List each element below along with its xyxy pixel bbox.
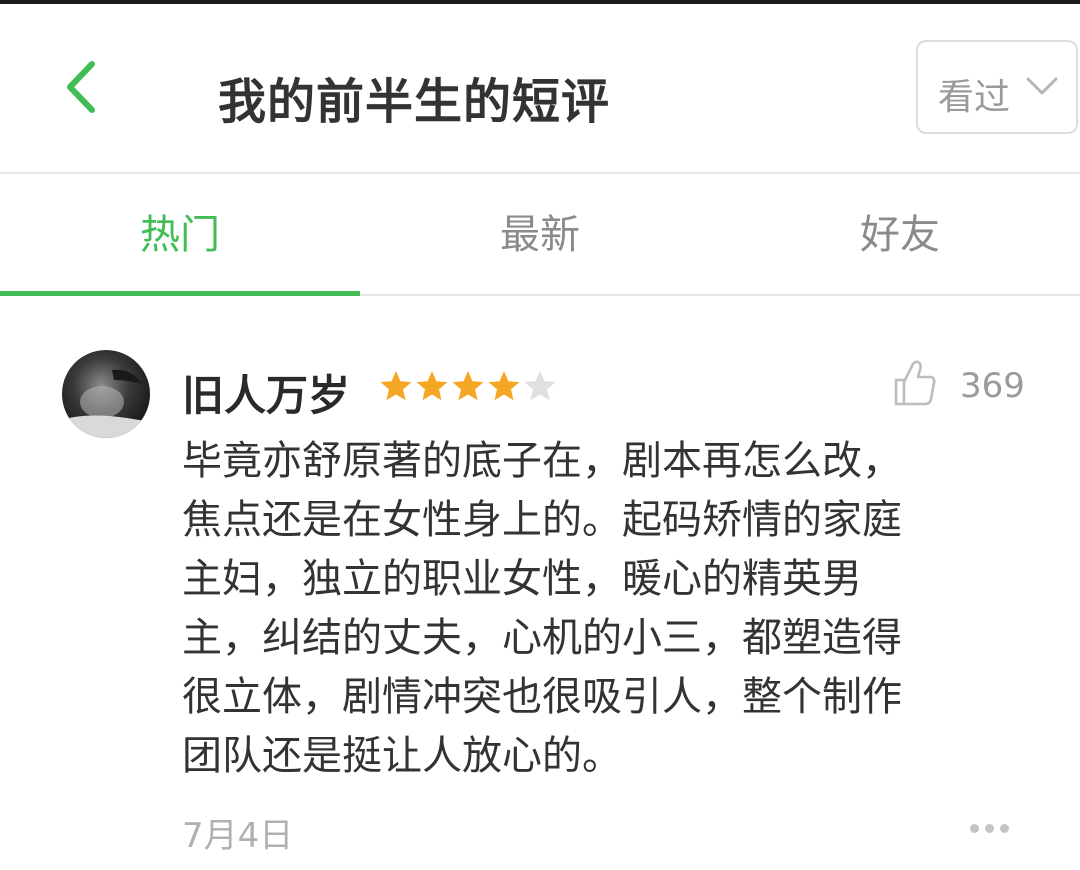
avatar[interactable] <box>62 350 150 438</box>
review-text-line: 团队还是挺让人放心的。 <box>182 733 622 779</box>
review-text-line: 主妇，独立的职业女性，暖心的精英男 <box>182 556 862 602</box>
review-text-line: 毕竟亦舒原著的底子在，剧本再怎么改， <box>182 438 902 484</box>
star-empty-icon <box>524 371 556 401</box>
header: 我的前半生的短评 看过 <box>0 4 1080 174</box>
chevron-down-icon <box>1026 77 1058 95</box>
more-options-button[interactable] <box>968 814 1012 844</box>
filter-label: 看过 <box>938 77 1011 118</box>
active-tab-indicator <box>0 291 360 296</box>
tab-hot[interactable]: 热门 <box>0 176 360 294</box>
watched-filter-dropdown[interactable]: 看过 <box>916 40 1078 134</box>
back-button[interactable] <box>52 52 112 122</box>
chevron-left-icon <box>67 61 95 113</box>
tab-latest[interactable]: 最新 <box>360 176 720 294</box>
tab-bar: 热门 最新 好友 <box>0 176 1080 296</box>
like-count: 369 <box>960 366 1025 406</box>
username[interactable]: 旧人万岁 <box>182 362 350 423</box>
rating-stars <box>378 368 558 406</box>
star-filled-icon <box>452 371 484 401</box>
review-date: 7月4日 <box>182 816 294 856</box>
review-text-line: 焦点还是在女性身上的。起码矫情的家庭 <box>182 497 902 543</box>
star-filled-icon <box>488 371 520 401</box>
page-title: 我的前半生的短评 <box>218 74 611 130</box>
tab-friends[interactable]: 好友 <box>720 176 1080 294</box>
review-text-line: 很立体，剧情冲突也很吸引人，整个制作 <box>182 674 902 720</box>
star-filled-icon <box>380 371 412 401</box>
review-text: 毕竟亦舒原著的底子在，剧本再怎么改， 焦点还是在女性身上的。起码矫情的家庭 主妇… <box>182 432 1012 786</box>
review-text-line: 主，纠结的丈夫，心机的小三，都塑造得 <box>182 615 902 661</box>
star-filled-icon <box>416 371 448 401</box>
thumbs-up-icon <box>894 360 936 406</box>
